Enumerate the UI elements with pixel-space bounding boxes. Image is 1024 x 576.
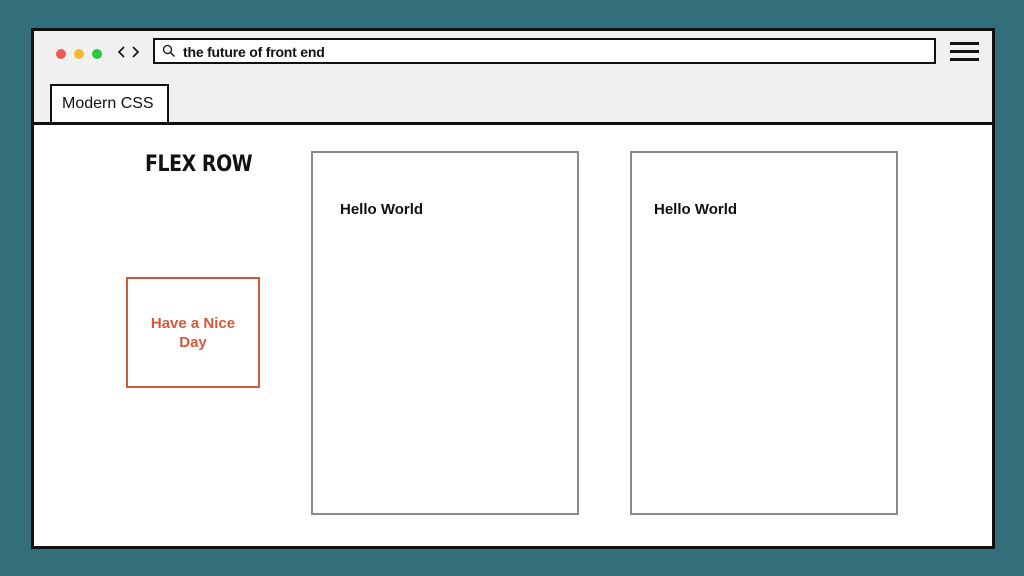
nice-day-box: Have a Nice Day <box>126 277 260 388</box>
search-icon <box>162 44 176 58</box>
page-title: FLEX ROW <box>145 152 253 177</box>
address-text[interactable]: the future of front end <box>183 44 325 60</box>
tab-label: Modern CSS <box>62 95 154 112</box>
card-text: Hello World <box>654 201 738 218</box>
hello-card-1: Hello World <box>311 151 579 515</box>
card-text: Hello World <box>340 201 424 218</box>
chevron-right-icon[interactable] <box>128 42 142 62</box>
browser-window: the future of front end Modern CSS FLEX … <box>31 28 995 549</box>
hello-card-2: Hello World <box>630 151 898 515</box>
page-content: FLEX ROW Have a Nice Day Hello World Hel… <box>34 125 992 546</box>
minimize-window-button[interactable] <box>74 49 84 59</box>
browser-toolbar: the future of front end Modern CSS <box>34 31 992 125</box>
nice-day-text: Have a Nice Day <box>150 314 236 351</box>
maximize-window-button[interactable] <box>92 49 102 59</box>
chevron-left-icon[interactable] <box>115 42 129 62</box>
close-window-button[interactable] <box>56 49 66 59</box>
address-bar[interactable]: the future of front end <box>153 38 936 64</box>
hamburger-menu-icon[interactable] <box>950 42 979 64</box>
tab-modern-css[interactable]: Modern CSS <box>50 84 169 122</box>
